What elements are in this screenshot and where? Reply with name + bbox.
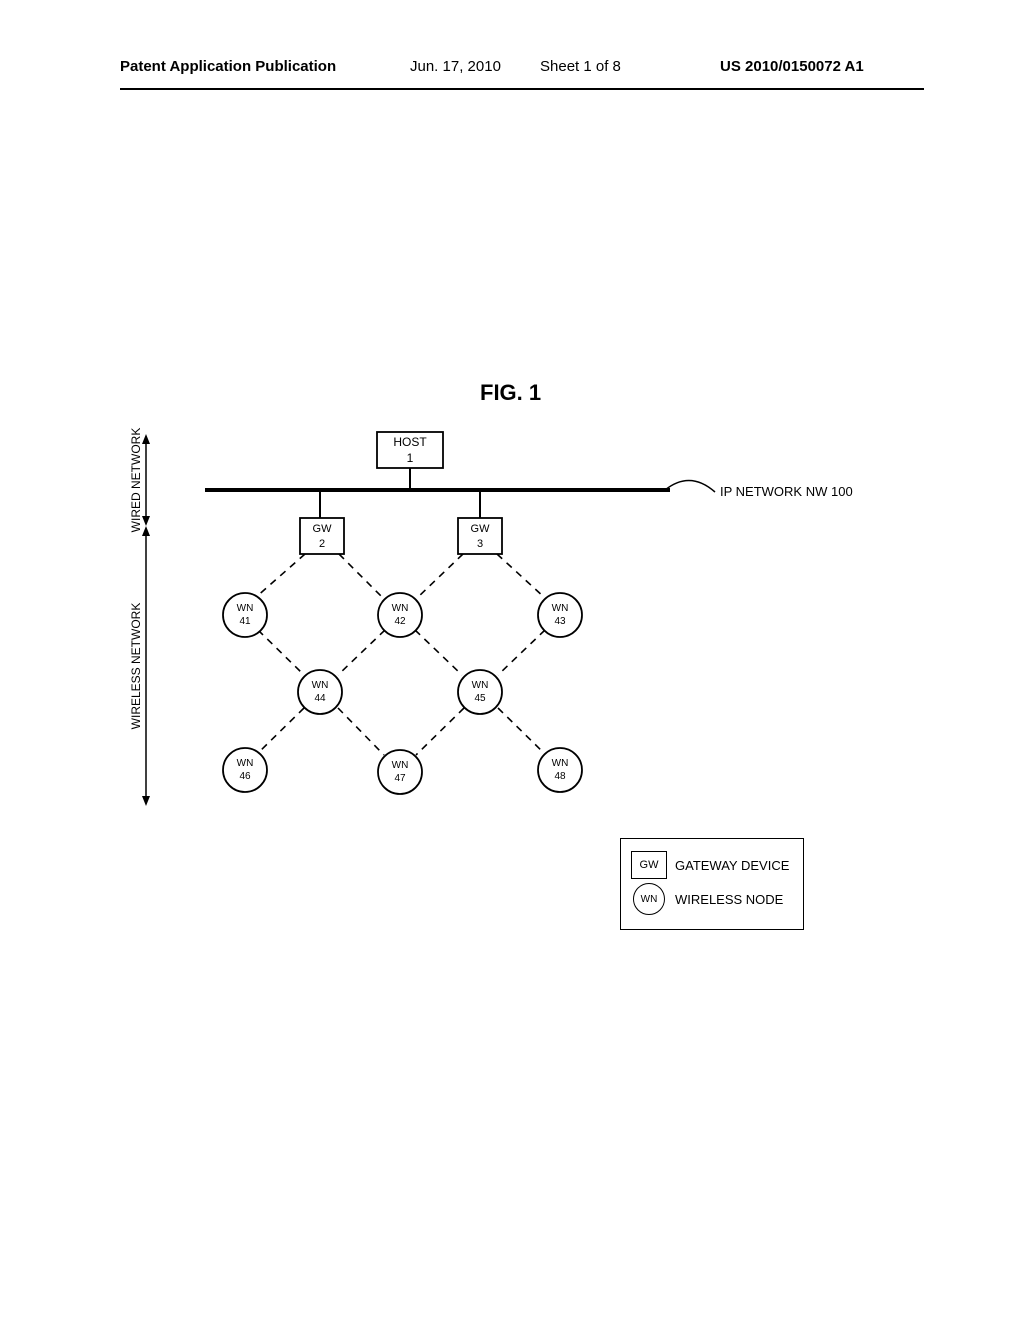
wireless-node: WN 42 <box>378 593 422 637</box>
wireless-label: WIRELESS NETWORK <box>129 603 143 730</box>
legend-wn-text: WIRELESS NODE <box>675 892 783 907</box>
legend-gw-text: GATEWAY DEVICE <box>675 858 789 873</box>
wireless-node: WN 44 <box>298 670 342 714</box>
wireless-node: WN 46 <box>223 748 267 792</box>
host-label: HOST <box>393 435 427 449</box>
legend: GW GATEWAY DEVICE WN WIRELESS NODE <box>620 838 804 930</box>
wn-id: 44 <box>314 693 326 704</box>
ip-network-label: IP NETWORK NW 100 <box>720 484 853 499</box>
wn-label: WN <box>392 760 409 771</box>
leader-line <box>665 480 715 492</box>
legend-row-gw: GW GATEWAY DEVICE <box>631 851 789 879</box>
gw-label: GW <box>471 523 491 535</box>
gateway-icon: GW <box>631 851 667 879</box>
wireless-node: WN 41 <box>223 593 267 637</box>
wn-label: WN <box>552 603 569 614</box>
header-pubno: US 2010/0150072 A1 <box>720 58 864 75</box>
wireless-node-icon: WN <box>633 883 665 915</box>
wired-label: WIRED NETWORK <box>129 428 143 533</box>
gw-id: 2 <box>319 538 325 550</box>
gw-label: GW <box>313 523 333 535</box>
wn-label: WN <box>472 680 489 691</box>
gateway-box: GW 2 <box>300 518 344 554</box>
wn-id: 42 <box>394 616 406 627</box>
figure-title: FIG. 1 <box>480 380 541 406</box>
wn-id: 46 <box>239 771 251 782</box>
wn-id: 41 <box>239 616 251 627</box>
header-rule <box>120 88 924 90</box>
wn-label: WN <box>237 758 254 769</box>
wn-label: WN <box>392 603 409 614</box>
side-axis: WIRED NETWORK WIRELESS NETWORK <box>129 428 150 806</box>
wireless-links <box>255 554 546 755</box>
gw-id: 3 <box>477 538 483 550</box>
diagram: WIRED NETWORK WIRELESS NETWORK IP NETWOR… <box>100 420 860 845</box>
page: Patent Application Publication Jun. 17, … <box>0 0 1024 1320</box>
wireless-node: WN 43 <box>538 593 582 637</box>
header-left: Patent Application Publication <box>120 58 336 75</box>
header-sheet: Sheet 1 of 8 <box>540 58 621 75</box>
wn-label: WN <box>237 603 254 614</box>
wireless-node: WN 45 <box>458 670 502 714</box>
wn-label: WN <box>312 680 329 691</box>
arrow-down-icon <box>142 796 150 806</box>
wn-label: WN <box>552 758 569 769</box>
page-header: Patent Application Publication Jun. 17, … <box>0 80 1024 90</box>
gateway-box: GW 3 <box>458 518 502 554</box>
arrow-down-icon <box>142 516 150 526</box>
host-box: HOST 1 <box>377 432 443 490</box>
arrow-up-icon <box>142 526 150 536</box>
wn-id: 47 <box>394 773 406 784</box>
legend-row-wn: WN WIRELESS NODE <box>631 883 789 915</box>
header-date: Jun. 17, 2010 <box>410 58 501 75</box>
wn-id: 43 <box>554 616 566 627</box>
host-id: 1 <box>407 451 414 465</box>
wireless-node: WN 47 <box>378 750 422 794</box>
wn-id: 48 <box>554 771 566 782</box>
wn-id: 45 <box>474 693 486 704</box>
wireless-node: WN 48 <box>538 748 582 792</box>
arrow-up-icon <box>142 434 150 444</box>
